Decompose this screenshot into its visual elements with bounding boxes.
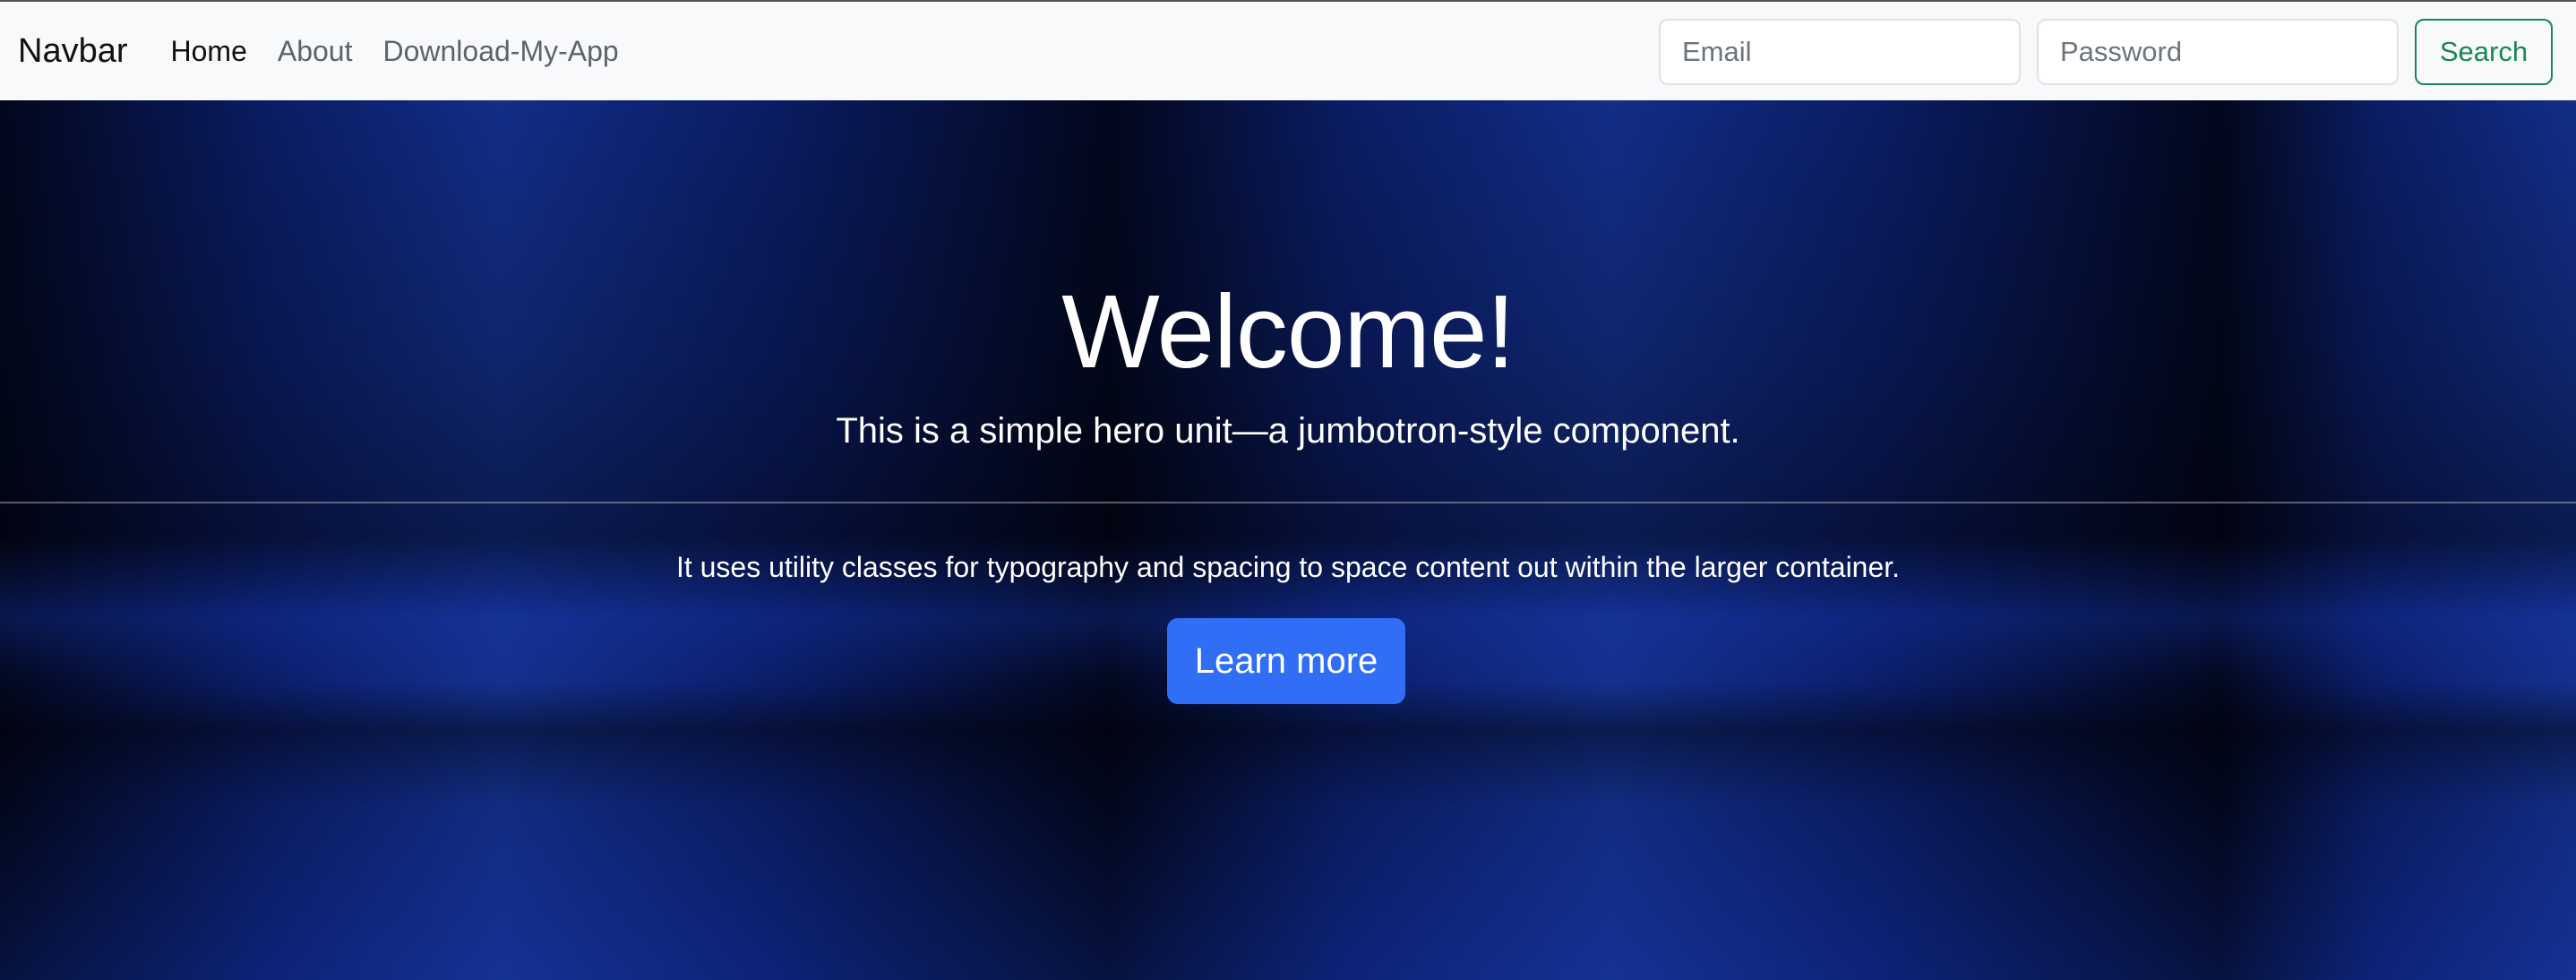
password-field[interactable] <box>2037 19 2399 85</box>
nav-link-download-my-app[interactable]: Download-My-App <box>382 35 618 68</box>
hero-lead-text: This is a simple hero unit—a jumbotron-s… <box>836 411 1740 451</box>
hero-jumbotron: Welcome! This is a simple hero unit—a ju… <box>0 100 2576 729</box>
login-search-form: Search <box>1659 19 2553 85</box>
learn-more-button[interactable]: Learn more <box>1167 618 1405 704</box>
nav-link-about[interactable]: About <box>278 35 353 68</box>
email-field[interactable] <box>1659 19 2021 85</box>
navbar-brand[interactable]: Navbar <box>18 32 128 71</box>
nav-link-home[interactable]: Home <box>171 35 247 68</box>
hero-body-text: It uses utility classes for typography a… <box>675 551 1901 583</box>
navbar: Navbar Home About Download-My-App Search <box>0 0 2576 100</box>
hero-title: Welcome! <box>1061 273 1516 390</box>
hero-divider <box>0 502 2576 503</box>
search-button[interactable]: Search <box>2415 19 2553 85</box>
